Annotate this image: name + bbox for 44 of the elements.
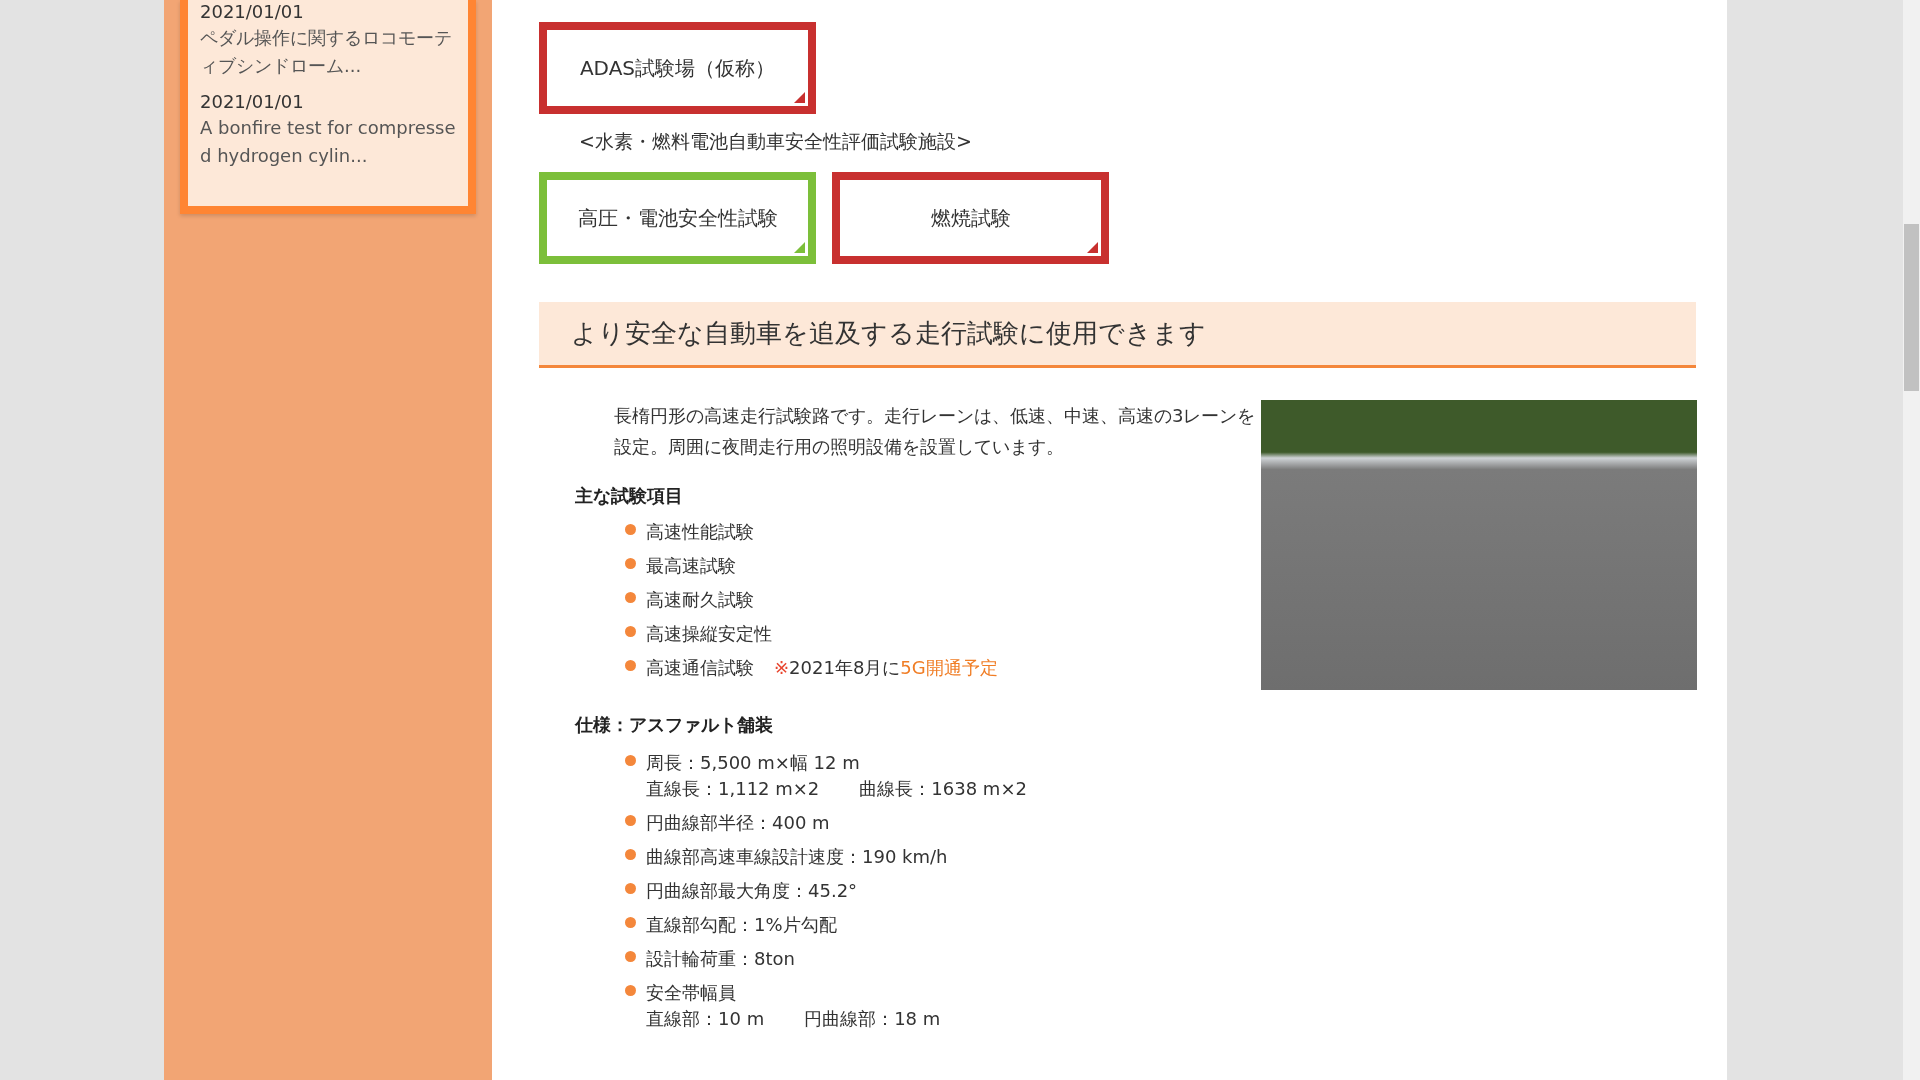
bullet-icon: [625, 626, 636, 637]
bullet-icon: [625, 951, 636, 962]
section-heading: より安全な自動車を追及する走行試験に使用できます: [539, 302, 1696, 368]
facility-link[interactable]: 高圧・電池安全性試験: [539, 172, 816, 264]
news-link[interactable]: A bonfire test for compressed hydrogen cylin...: [200, 114, 456, 170]
test-item-text: 最高速試験: [646, 554, 736, 578]
corner-triangle-icon: [794, 242, 805, 253]
test-item-text: 高速通信試験: [646, 656, 754, 680]
test-item-note: ※2021年8月に5G開通予定: [774, 656, 998, 680]
spec-text: 円曲線部：18 m: [804, 1007, 941, 1031]
test-items-title: 主な試験項目: [575, 484, 684, 508]
bullet-icon: [625, 592, 636, 603]
specs-title: 仕様：アスファルト舗装: [575, 713, 774, 737]
bullet-icon: [625, 883, 636, 894]
spec-text: 直線部：10 m: [646, 1007, 765, 1031]
test-item-text: 高速性能試験: [646, 520, 754, 544]
facility-link[interactable]: ADAS試験場（仮称）: [539, 22, 816, 114]
spec-text: 曲線長：1638 m×2: [859, 777, 1027, 801]
test-item-text: 高速操縦安定性: [646, 622, 772, 646]
description-text: 長楕円形の高速走行試験路です。走行レーンは、低速、中速、高速の3レーンを設定。周囲に夜間走行用の照明設備を設置しています。: [614, 404, 1257, 459]
bullet-icon: [625, 524, 636, 535]
spec-text: 直線長：1,112 m×2: [646, 777, 820, 801]
news-date: 2021/01/01: [200, 90, 305, 114]
spec-text: 周長：5,500 m×幅 12 m: [646, 751, 860, 775]
test-item-text: 高速耐久試験: [646, 588, 754, 612]
bullet-icon: [625, 849, 636, 860]
bullet-icon: [625, 985, 636, 996]
news-date: 2021/01/01: [200, 0, 305, 24]
spec-text: 円曲線部最大角度：45.2°: [646, 879, 858, 903]
spec-text: 安全帯幅員: [646, 981, 736, 1005]
spec-text: 円曲線部半径：400 m: [646, 811, 830, 835]
spec-text: 設計輪荷重：8ton: [646, 947, 795, 971]
spec-text: 曲線部高速車線設計速度：190 km/h: [646, 845, 948, 869]
bullet-icon: [625, 917, 636, 928]
spec-text: 直線部勾配：1%片勾配: [646, 913, 837, 937]
bullet-icon: [625, 755, 636, 766]
bullet-icon: [625, 660, 636, 671]
corner-triangle-icon: [1087, 242, 1098, 253]
bullet-icon: [625, 815, 636, 826]
facility-group-title: <水素・燃料電池自動車安全性評価試験施設>: [579, 129, 973, 154]
bullet-icon: [625, 558, 636, 569]
facility-link[interactable]: 燃焼試験: [832, 172, 1109, 264]
corner-triangle-icon: [794, 92, 805, 103]
news-link[interactable]: ペダル操作に関するロコモーティブシンドローム...: [200, 24, 456, 80]
